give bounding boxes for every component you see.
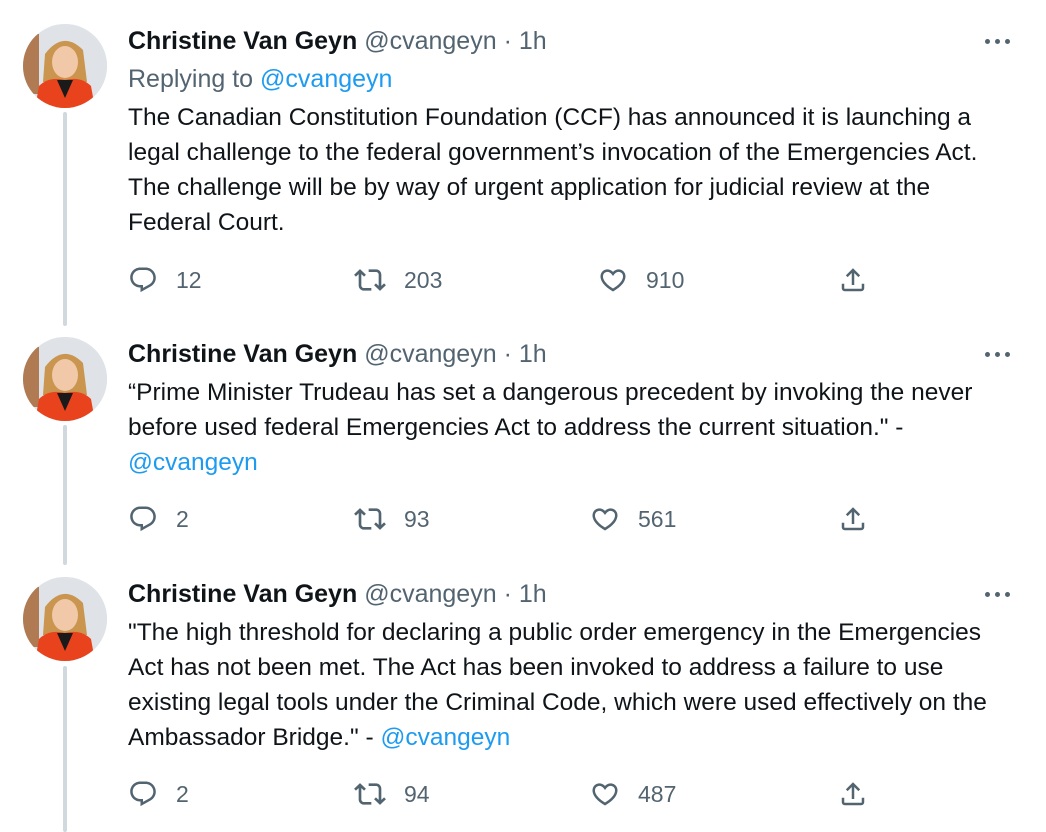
author-handle[interactable]: @cvangeyn bbox=[364, 580, 496, 608]
retweet-icon bbox=[354, 783, 386, 805]
action-bar: 2 93 561 bbox=[128, 501, 888, 537]
share-icon bbox=[841, 268, 865, 292]
reply-count: 12 bbox=[176, 266, 202, 293]
author-handle[interactable]: @cvangeyn bbox=[364, 340, 496, 368]
avatar[interactable] bbox=[23, 577, 107, 661]
replying-to: Replying to @cvangeyn bbox=[128, 62, 392, 96]
avatar[interactable] bbox=[23, 24, 107, 108]
like-icon bbox=[592, 783, 618, 806]
timestamp[interactable]: 1h bbox=[519, 580, 547, 608]
author-name[interactable]: Christine Van Geyn bbox=[128, 580, 357, 608]
reply-count: 2 bbox=[176, 505, 189, 532]
share-button[interactable] bbox=[838, 501, 868, 537]
replying-to-handle[interactable]: @cvangeyn bbox=[260, 65, 392, 93]
separator-dot: · bbox=[503, 27, 512, 55]
reply-icon bbox=[130, 506, 156, 532]
more-icon[interactable] bbox=[970, 24, 1024, 58]
share-button[interactable] bbox=[838, 262, 868, 298]
reply-button[interactable]: 2 bbox=[128, 776, 189, 812]
avatar-image bbox=[23, 24, 107, 108]
more-icon[interactable] bbox=[970, 337, 1024, 371]
action-bar: 2 94 487 bbox=[128, 776, 888, 812]
separator-dot: · bbox=[503, 580, 512, 608]
tweet-header: Christine Van Geyn @cvangeyn · 1h bbox=[128, 337, 547, 371]
retweet-icon bbox=[354, 269, 386, 291]
like-button[interactable]: 487 bbox=[590, 776, 676, 812]
reply-count: 2 bbox=[176, 780, 189, 807]
retweet-count: 203 bbox=[404, 266, 443, 293]
like-button[interactable]: 910 bbox=[598, 262, 684, 298]
tweet-header: Christine Van Geyn @cvangeyn · 1h bbox=[128, 577, 547, 611]
more-icon[interactable] bbox=[970, 577, 1024, 611]
retweet-button[interactable]: 93 bbox=[354, 501, 430, 537]
retweet-icon bbox=[354, 508, 386, 530]
tweet-text: "The high threshold for declaring a publ… bbox=[128, 615, 1018, 755]
retweet-count: 93 bbox=[404, 505, 430, 532]
share-icon bbox=[841, 782, 865, 806]
like-button[interactable]: 561 bbox=[590, 501, 676, 537]
retweet-button[interactable]: 203 bbox=[354, 262, 442, 298]
like-count: 910 bbox=[646, 266, 685, 293]
retweet-button[interactable]: 94 bbox=[354, 776, 430, 812]
timestamp[interactable]: 1h bbox=[519, 340, 547, 368]
avatar-image bbox=[23, 577, 107, 661]
avatar[interactable] bbox=[23, 337, 107, 421]
tweet[interactable]: Christine Van Geyn @cvangeyn · 1h “Prime… bbox=[0, 325, 1046, 565]
timestamp[interactable]: 1h bbox=[519, 27, 547, 55]
author-handle[interactable]: @cvangeyn bbox=[364, 27, 496, 55]
action-bar: 12 203 910 bbox=[128, 262, 888, 298]
like-count: 487 bbox=[638, 780, 677, 807]
share-button[interactable] bbox=[838, 776, 868, 812]
tweet-text-content: The Canadian Constitution Foundation (CC… bbox=[128, 104, 978, 236]
tweet-text-content: "The high threshold for declaring a publ… bbox=[128, 619, 987, 751]
mention-link[interactable]: @cvangeyn bbox=[380, 724, 510, 751]
like-count: 561 bbox=[638, 505, 677, 532]
tweet-text-content: “Prime Minister Trudeau has set a danger… bbox=[128, 379, 973, 441]
separator-dot: · bbox=[503, 340, 512, 368]
retweet-count: 94 bbox=[404, 780, 430, 807]
tweet[interactable]: Christine Van Geyn @cvangeyn · 1h "The h… bbox=[0, 565, 1046, 832]
tweet-text: “Prime Minister Trudeau has set a danger… bbox=[128, 375, 1018, 480]
author-name[interactable]: Christine Van Geyn bbox=[128, 27, 357, 55]
share-icon bbox=[841, 507, 865, 531]
tweet-header: Christine Van Geyn @cvangeyn · 1h bbox=[128, 24, 547, 58]
reply-icon bbox=[130, 781, 156, 807]
replying-to-label: Replying to bbox=[128, 65, 254, 93]
reply-icon bbox=[130, 267, 156, 293]
reply-button[interactable]: 12 bbox=[128, 262, 202, 298]
like-icon bbox=[600, 269, 626, 292]
like-icon bbox=[592, 508, 618, 531]
avatar-image bbox=[23, 337, 107, 421]
mention-link[interactable]: @cvangeyn bbox=[128, 449, 258, 476]
author-name[interactable]: Christine Van Geyn bbox=[128, 340, 357, 368]
tweet-text: The Canadian Constitution Foundation (CC… bbox=[128, 100, 1018, 240]
reply-button[interactable]: 2 bbox=[128, 501, 189, 537]
tweet[interactable]: Christine Van Geyn @cvangeyn · 1h Replyi… bbox=[0, 0, 1046, 325]
